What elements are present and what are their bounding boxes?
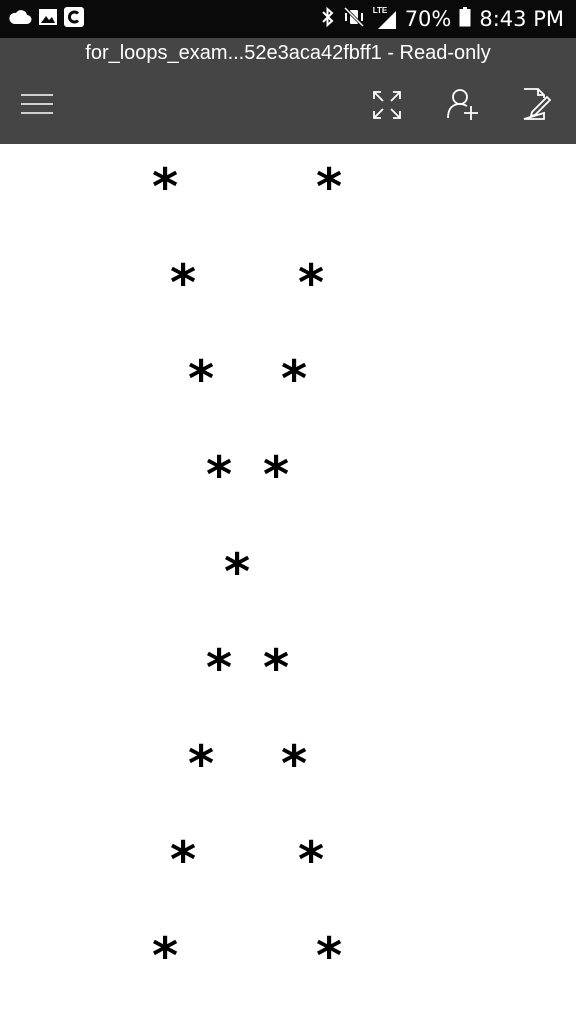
star-glyph: * <box>188 350 215 408</box>
status-left-icons <box>8 6 84 32</box>
menu-button[interactable] <box>15 84 59 128</box>
edit-document-icon <box>520 87 552 126</box>
c-app-icon <box>64 6 84 32</box>
star-glyph: * <box>298 254 325 312</box>
battery-percent: 70% <box>404 7 452 31</box>
star-glyph: * <box>224 543 251 601</box>
status-bar: LTE 70% 8:43 PM <box>0 0 576 38</box>
document-content: * * * * * * * * * * * * * * * * * <box>0 144 576 1024</box>
clock: 8:43 PM <box>479 7 564 31</box>
status-right-icons: LTE 70% 8:43 PM <box>321 6 564 32</box>
lte-signal-icon: LTE <box>372 6 397 30</box>
star-glyph: * <box>170 254 197 312</box>
add-person-icon <box>445 88 479 125</box>
star-glyph: * <box>152 927 179 985</box>
menu-icon <box>20 93 54 120</box>
star-glyph: * <box>152 158 179 216</box>
document-title: for_loops_exam...52e3aca42fbff1 - Read-o… <box>85 42 491 64</box>
vibrate-mute-icon <box>343 6 365 32</box>
star-glyph: * <box>263 639 290 697</box>
app-header: for_loops_exam...52e3aca42fbff1 - Read-o… <box>0 38 576 144</box>
star-glyph: * <box>298 831 325 889</box>
star-glyph: * <box>281 735 308 793</box>
image-icon <box>38 8 58 31</box>
star-glyph: * <box>206 446 233 504</box>
fullscreen-icon <box>372 90 402 125</box>
star-glyph: * <box>188 735 215 793</box>
battery-icon <box>459 6 471 32</box>
star-glyph: * <box>170 831 197 889</box>
edit-button[interactable] <box>514 84 558 128</box>
fullscreen-button[interactable] <box>365 85 409 129</box>
cloud-icon <box>8 9 32 30</box>
star-glyph: * <box>316 927 343 985</box>
bluetooth-icon <box>321 6 335 32</box>
star-glyph: * <box>316 158 343 216</box>
lte-label: LTE <box>372 6 388 15</box>
star-glyph: * <box>281 350 308 408</box>
star-glyph: * <box>206 639 233 697</box>
star-glyph: * <box>263 446 290 504</box>
share-button[interactable] <box>440 84 484 128</box>
